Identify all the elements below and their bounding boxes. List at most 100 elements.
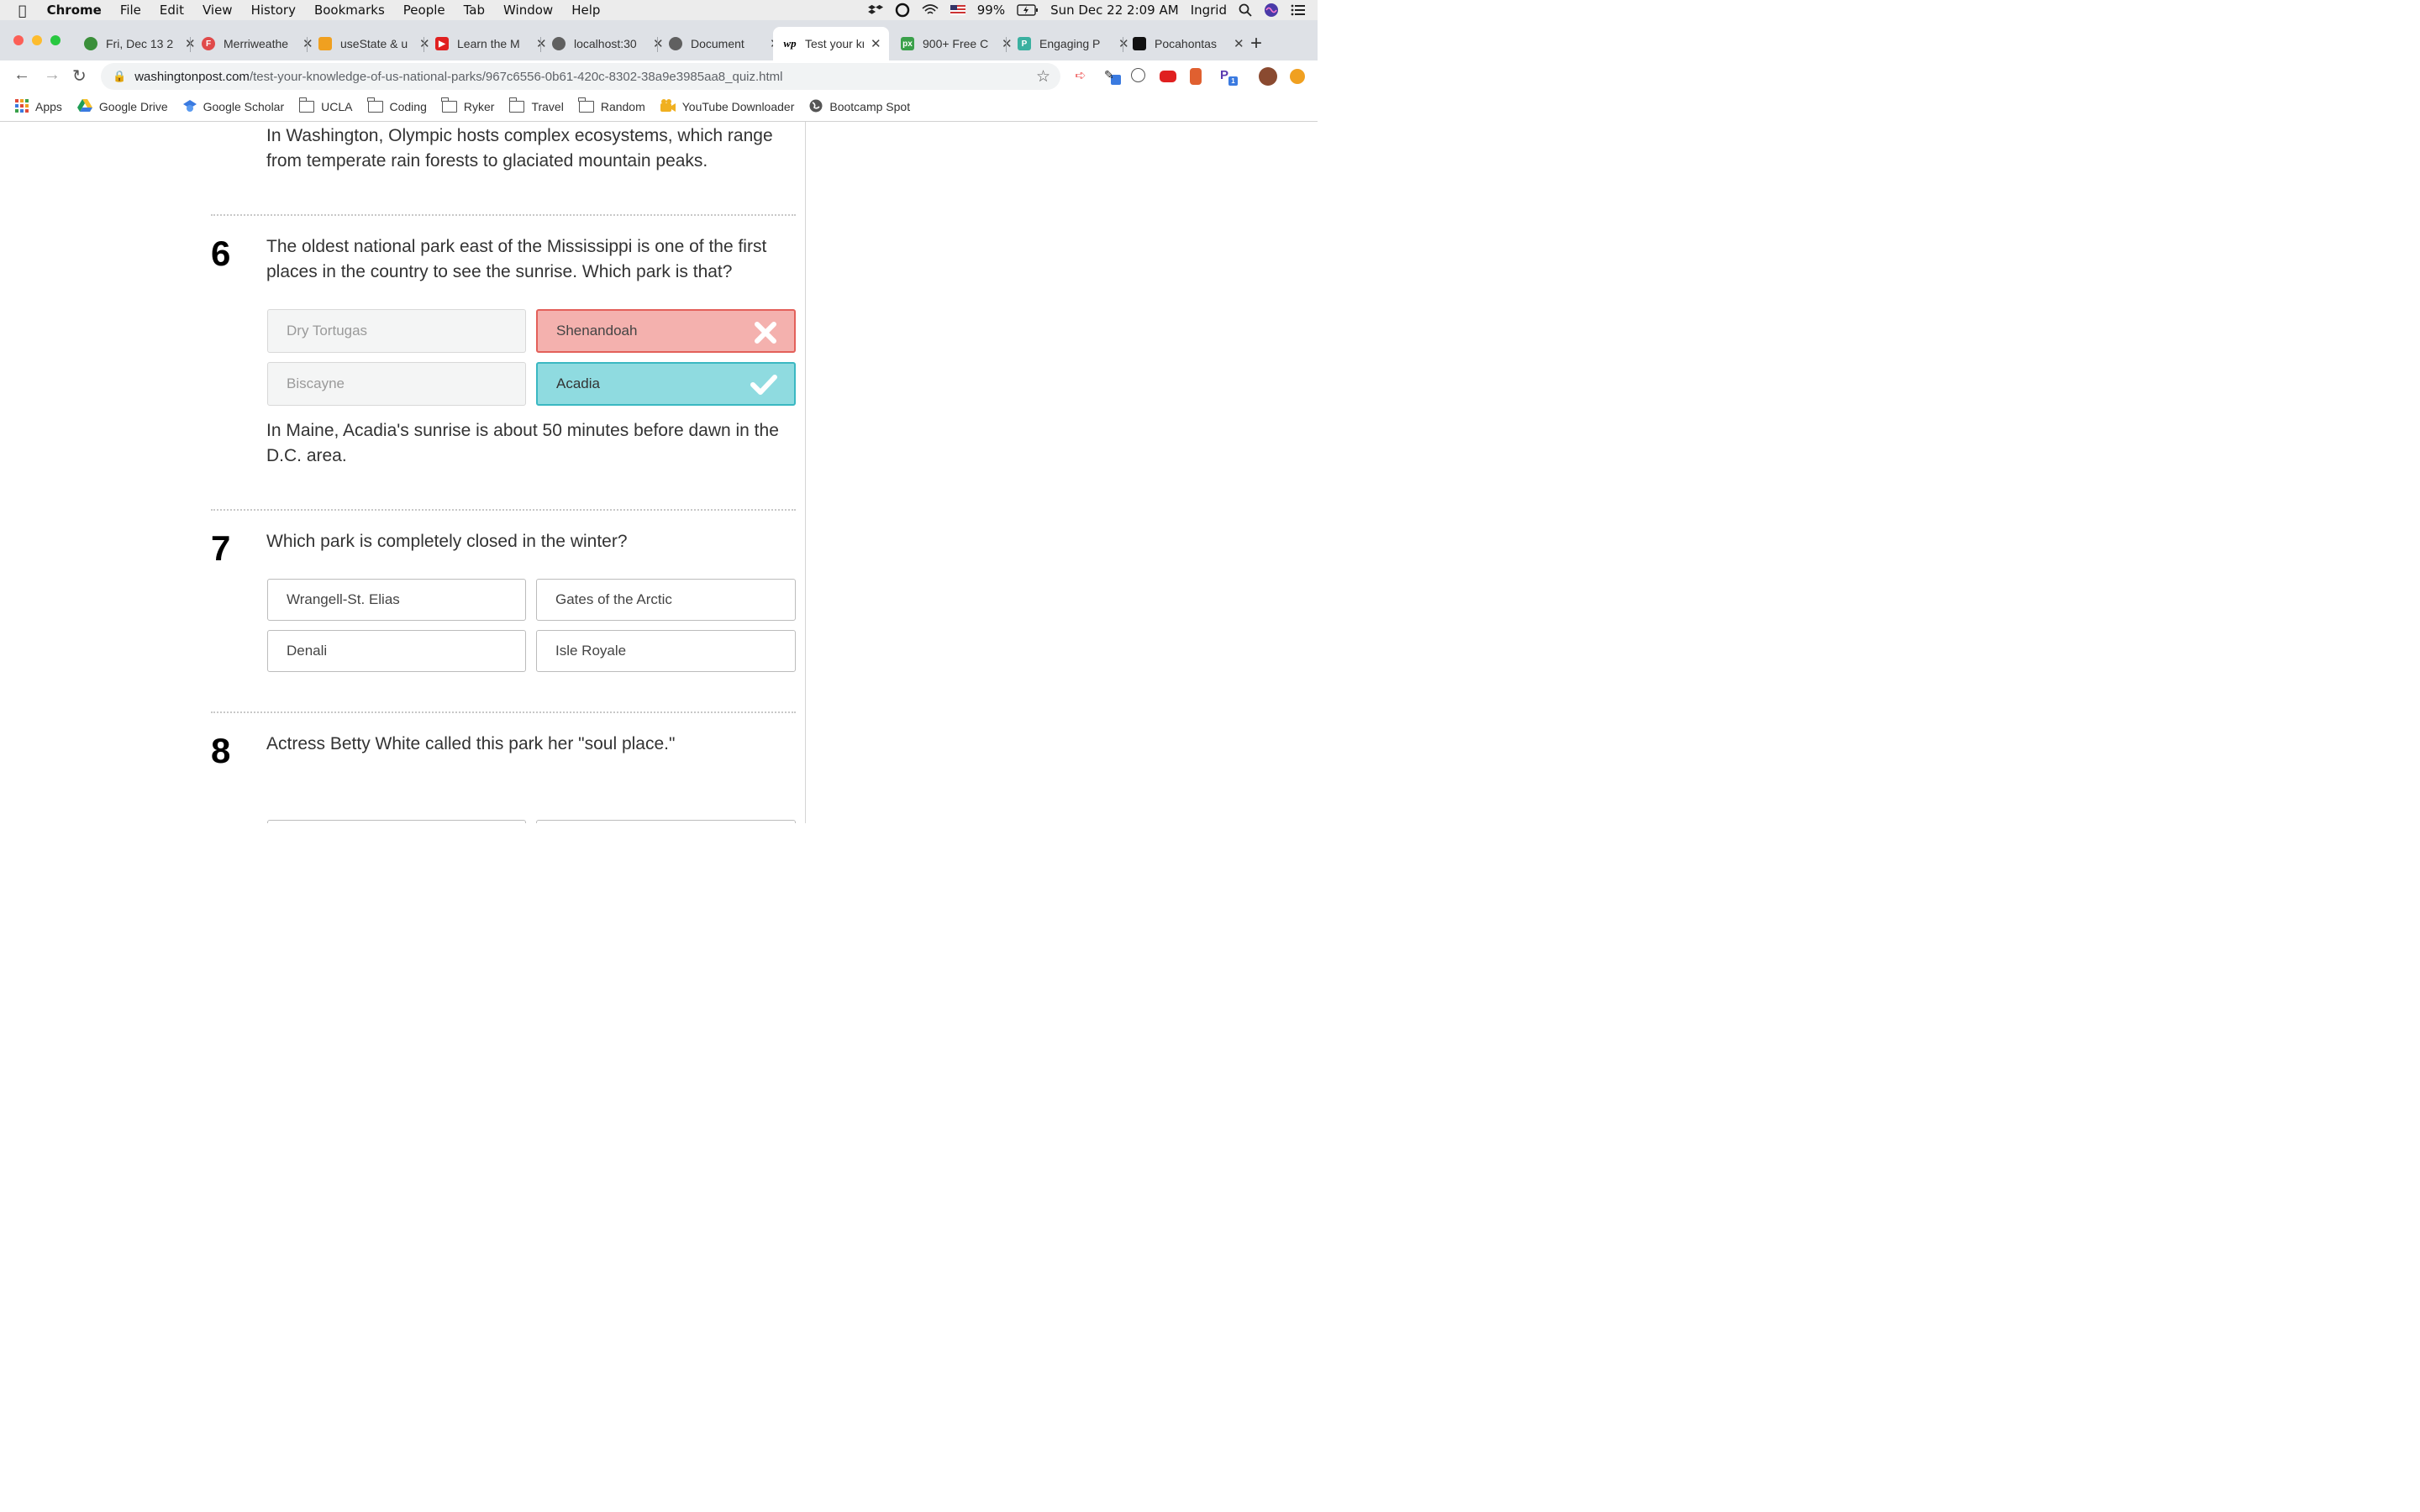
menu-edit[interactable]: Edit	[160, 3, 184, 18]
column-divider	[805, 122, 806, 823]
url-path: /test-your-knowledge-of-us-national-park…	[249, 69, 783, 84]
tab-washington-post-quiz[interactable]: wp Test your kn ✕	[773, 27, 889, 60]
tab-close-icon[interactable]: ✕	[1118, 36, 1129, 51]
menu-tab[interactable]: Tab	[464, 3, 485, 18]
browser-toolbar: ← → ↻ 🔒 washingtonpost.com/test-your-kno…	[0, 60, 1318, 92]
wifi-icon[interactable]	[922, 4, 939, 16]
window-minimize-button[interactable]	[32, 35, 42, 45]
page-content: In Washington, Olympic hosts complex eco…	[0, 122, 1318, 823]
tab-close-icon[interactable]: ✕	[536, 36, 547, 51]
q6-answer-biscayne[interactable]: Biscayne	[267, 362, 526, 406]
battery-charging-icon[interactable]	[1017, 4, 1039, 16]
tab-document[interactable]: Document✕	[669, 30, 781, 57]
bookmark-bootcamp-spot[interactable]: Bootcamp Spot	[809, 99, 910, 115]
p-favicon-icon: P	[1018, 37, 1031, 50]
eyedropper-extension-icon[interactable]: ✎	[1104, 68, 1121, 85]
profile-avatar[interactable]	[1259, 67, 1277, 86]
tab-engaging[interactable]: P Engaging P ✕	[1018, 30, 1129, 57]
tab-close-icon[interactable]: ✕	[653, 36, 664, 51]
question-6-number: 6	[211, 234, 231, 273]
bookmark-folder-ucla[interactable]: UCLA	[298, 97, 353, 113]
bookmark-google-scholar[interactable]: Google Scholar	[182, 99, 284, 115]
q6-explanation: In Maine, Acadia's sunrise is about 50 m…	[266, 421, 779, 465]
menu-view[interactable]: View	[203, 3, 233, 18]
q7-answer-gates-of-the-arctic[interactable]: Gates of the Arctic	[536, 579, 796, 621]
q7-answer-isle-royale[interactable]: Isle Royale	[536, 630, 796, 672]
opera-icon[interactable]	[895, 3, 910, 18]
menubar-user[interactable]: Ingrid	[1191, 3, 1227, 18]
menu-window[interactable]: Window	[503, 3, 553, 18]
menu-file[interactable]: File	[120, 3, 141, 18]
dropbox-icon[interactable]	[867, 4, 883, 16]
us-flag-icon[interactable]	[950, 4, 965, 16]
bookmark-apps[interactable]: Apps	[15, 98, 62, 115]
forward-arrow-icon[interactable]: →	[44, 66, 60, 85]
px-favicon-icon: px	[901, 37, 914, 50]
new-tab-plus-icon[interactable]: +	[1250, 32, 1262, 55]
globe-favicon-icon	[552, 37, 566, 50]
graduation-cap-icon	[182, 99, 197, 115]
p-extension-icon[interactable]: P1	[1220, 68, 1238, 86]
bookmark-folder-ryker[interactable]: Ryker	[441, 97, 494, 113]
extension-circle-icon[interactable]	[1131, 68, 1145, 82]
tab-pocahontas[interactable]: Pocahontas ✕	[1133, 30, 1244, 57]
address-bar[interactable]: 🔒 washingtonpost.com/test-your-knowledge…	[101, 63, 1060, 90]
wapo-favicon-icon: wp	[783, 37, 797, 50]
tab-close-icon[interactable]: ✕	[419, 36, 430, 51]
reload-icon[interactable]: ↻	[72, 66, 87, 87]
correct-checkmark-icon	[750, 375, 777, 395]
question-8-text: Actress Betty White called this park her…	[266, 734, 676, 753]
bookmark-star-icon[interactable]: ☆	[1036, 67, 1050, 87]
lock-icon[interactable]: 🔒	[113, 70, 126, 83]
q6-answer-dry-tortugas[interactable]: Dry Tortugas	[267, 309, 526, 353]
youtube-extension-icon[interactable]	[1160, 71, 1176, 82]
menu-bookmarks[interactable]: Bookmarks	[314, 3, 385, 18]
question-8-number: 8	[211, 731, 231, 770]
tab-close-icon[interactable]: ✕	[1002, 36, 1013, 51]
window-close-button[interactable]	[13, 35, 24, 45]
folder-icon	[578, 97, 594, 113]
question-divider	[211, 711, 796, 713]
globe-icon	[809, 99, 823, 115]
extension-share-icon[interactable]: ➪	[1072, 68, 1089, 85]
q8-answer-option-1[interactable]	[267, 820, 526, 823]
tab-900-free[interactable]: px 900+ Free C ✕	[901, 30, 1013, 57]
menu-help[interactable]: Help	[571, 3, 600, 18]
menubar-clock[interactable]: Sun Dec 22 2:09 AM	[1050, 3, 1179, 18]
globe-favicon-icon	[669, 37, 682, 50]
bookmark-folder-random[interactable]: Random	[578, 97, 645, 113]
siri-icon[interactable]	[1264, 3, 1279, 18]
apple-menu-icon[interactable]: 	[18, 3, 27, 18]
q8-answer-option-2[interactable]	[536, 820, 796, 823]
bookmark-youtube-downloader[interactable]: YouTube Downloader	[660, 98, 794, 115]
menu-app-name[interactable]: Chrome	[47, 3, 102, 18]
bookmark-folder-travel[interactable]: Travel	[508, 97, 564, 113]
window-zoom-button[interactable]	[50, 35, 60, 45]
tab-close-icon[interactable]: ✕	[302, 36, 313, 51]
update-arrow-icon[interactable]	[1290, 69, 1305, 84]
tab-localhost[interactable]: localhost:30 ✕	[552, 30, 664, 57]
q6-answer-shenandoah[interactable]: Shenandoah	[536, 309, 796, 353]
q6-answer-acadia[interactable]: Acadia	[536, 362, 796, 406]
unsplash-favicon-icon	[1133, 37, 1146, 50]
folder-icon	[508, 97, 525, 113]
menu-people[interactable]: People	[403, 3, 445, 18]
tab-close-icon[interactable]: ✕	[871, 36, 881, 51]
notification-center-icon[interactable]	[1291, 4, 1306, 16]
tab-close-icon[interactable]: ✕	[1234, 36, 1244, 51]
tab-youtube-learn[interactable]: ▶ Learn the M ✕	[435, 30, 547, 57]
flame-extension-icon[interactable]	[1190, 68, 1202, 85]
spotlight-search-icon[interactable]	[1239, 3, 1252, 17]
bookmark-folder-coding[interactable]: Coding	[367, 97, 427, 113]
tab-usestate[interactable]: useState & u ✕	[318, 30, 430, 57]
google-drive-icon	[76, 98, 92, 115]
back-arrow-icon[interactable]: ←	[13, 66, 30, 85]
folder-icon	[441, 97, 457, 113]
tab-calendar[interactable]: Fri, Dec 13 2✕	[84, 30, 196, 57]
tab-merriweather[interactable]: F Merriweathe ✕	[202, 30, 313, 57]
bookmark-google-drive[interactable]: Google Drive	[76, 98, 168, 115]
question-7-number: 7	[211, 528, 231, 568]
q7-answer-denali[interactable]: Denali	[267, 630, 526, 672]
menu-history[interactable]: History	[251, 3, 296, 18]
q7-answer-wrangell-st-elias[interactable]: Wrangell-St. Elias	[267, 579, 526, 621]
